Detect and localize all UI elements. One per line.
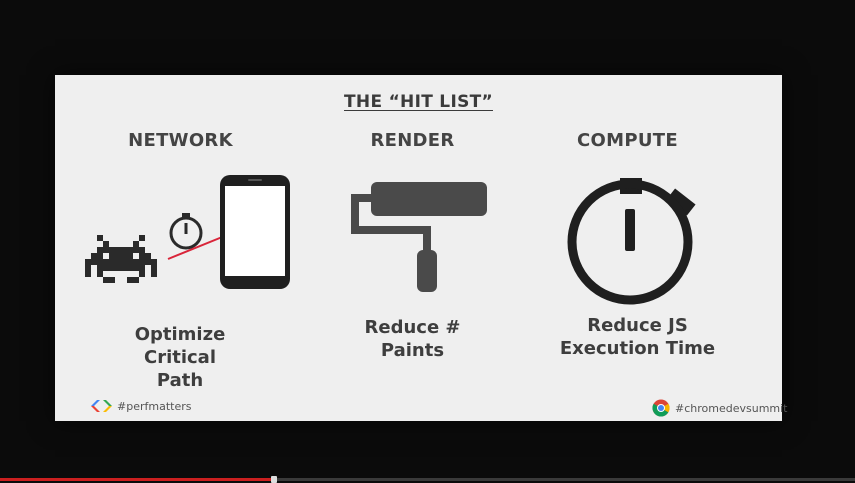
render-illustration xyxy=(351,182,487,292)
footer-perfmatters-text: #perfmatters xyxy=(117,399,192,413)
chrome-logo-icon xyxy=(652,399,670,417)
google-developers-logo-icon xyxy=(91,400,112,412)
footer-perfmatters: #perfmatters xyxy=(91,399,191,413)
presentation-slide: THE “HIT LIST” NETWORK RENDER COMPUTE Op… xyxy=(55,75,788,421)
space-invader-icon xyxy=(85,235,157,283)
heading-compute: COMPUTE xyxy=(577,130,678,151)
paint-roller-icon xyxy=(351,182,487,292)
heading-network: NETWORK xyxy=(128,130,233,151)
footer-chromedevsummit: #chromedevsummit xyxy=(652,399,788,417)
smartphone-icon xyxy=(220,175,290,289)
stopwatch-icon xyxy=(567,178,696,305)
caption-compute: Reduce JS Execution Time xyxy=(559,315,716,359)
caption-network: Optimize Critical Path xyxy=(134,324,226,391)
caption-render: Reduce # Paints xyxy=(364,317,461,361)
footer-chromedevsummit-text: #chromedevsummit xyxy=(675,401,788,415)
heading-render: RENDER xyxy=(370,130,455,151)
slide-title: THE “HIT LIST” xyxy=(344,92,493,112)
stopwatch-icon xyxy=(169,213,203,250)
compute-illustration xyxy=(567,178,696,305)
network-illustration xyxy=(85,175,290,289)
video-scrubber-handle[interactable] xyxy=(270,476,277,483)
